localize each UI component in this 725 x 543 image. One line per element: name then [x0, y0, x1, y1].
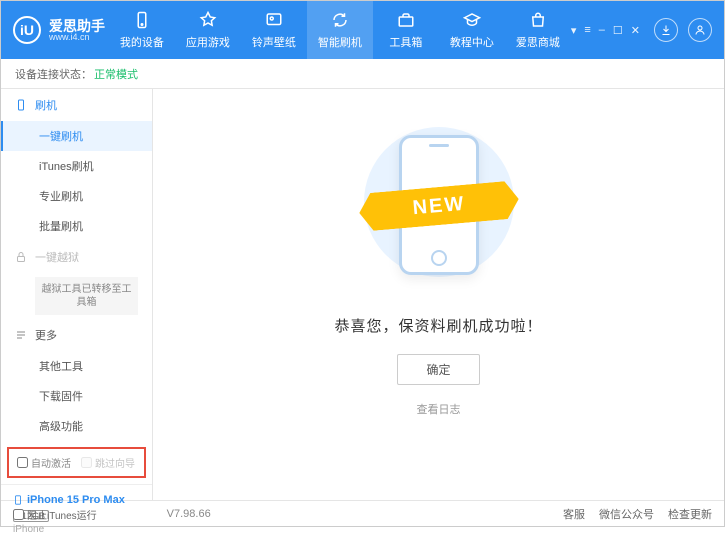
nav-toolbox[interactable]: 工具箱 — [373, 1, 439, 59]
window-controls: ▾ ≡ – ☐ ✕ — [571, 24, 640, 37]
main-content: NEW 恭喜您，保资料刷机成功啦！ 确定 查看日志 — [153, 89, 724, 500]
sidebar-item-oneclick[interactable]: 一键刷机 — [1, 121, 152, 151]
app-url: www.i4.cn — [49, 33, 105, 42]
sidebar-group-flash[interactable]: 刷机 — [1, 89, 152, 121]
sidebar-item-itunes[interactable]: iTunes刷机 — [1, 151, 152, 181]
refresh-icon — [330, 10, 350, 30]
sidebar-item-other[interactable]: 其他工具 — [1, 351, 152, 381]
footer-update[interactable]: 检查更新 — [668, 506, 712, 522]
bag-icon — [528, 10, 548, 30]
footer-wechat[interactable]: 微信公众号 — [599, 506, 654, 522]
status-value: 正常模式 — [94, 66, 138, 82]
logo-area: iU 爱思助手 www.i4.cn — [13, 16, 109, 44]
image-icon — [264, 10, 284, 30]
menu-icon[interactable]: ▾ — [571, 24, 577, 37]
ok-button[interactable]: 确定 — [397, 354, 479, 385]
nav-tabs: 我的设备 应用游戏 铃声壁纸 智能刷机 工具箱 教程中心 爱思商城 — [109, 1, 571, 59]
nav-apps[interactable]: 应用游戏 — [175, 1, 241, 59]
app-title: 爱思助手 — [49, 19, 105, 33]
appstore-icon — [198, 10, 218, 30]
flash-icon — [15, 99, 27, 111]
close-icon[interactable]: ✕ — [631, 24, 640, 37]
sidebar-group-jailbreak: 一键越狱 — [1, 241, 152, 273]
auto-activate-checkbox[interactable]: 自动激活 — [17, 455, 71, 470]
device-name-text: iPhone 15 Pro Max — [27, 494, 125, 506]
status-bar: 设备连接状态： 正常模式 — [1, 59, 724, 89]
nav-ringtones[interactable]: 铃声壁纸 — [241, 1, 307, 59]
user-button[interactable] — [688, 18, 712, 42]
checkbox-highlight-box: 自动激活 跳过向导 — [7, 447, 146, 478]
nav-mall[interactable]: 爱思商城 — [505, 1, 571, 59]
sidebar-group-more[interactable]: 更多 — [1, 319, 152, 351]
nav-tutorials[interactable]: 教程中心 — [439, 1, 505, 59]
version-text: V7.98.66 — [167, 508, 211, 520]
success-illustration: NEW — [349, 117, 529, 297]
sidebar-item-batch[interactable]: 批量刷机 — [1, 211, 152, 241]
toolbox-icon — [396, 10, 416, 30]
list-icon — [15, 329, 27, 341]
app-header: iU 爱思助手 www.i4.cn 我的设备 应用游戏 铃声壁纸 智能刷机 工具… — [1, 1, 724, 59]
sidebar-item-advanced[interactable]: 高级功能 — [1, 411, 152, 441]
device-phone-icon — [13, 493, 23, 507]
download-button[interactable] — [654, 18, 678, 42]
status-label: 设备连接状态： — [15, 66, 92, 82]
block-itunes-checkbox[interactable]: 阻止iTunes运行 — [13, 507, 97, 522]
minimize-icon[interactable]: – — [599, 24, 605, 37]
skin-icon[interactable]: ≡ — [584, 24, 590, 37]
view-log-link[interactable]: 查看日志 — [417, 401, 461, 417]
phone-icon — [132, 10, 152, 30]
lock-icon — [15, 251, 27, 263]
success-message: 恭喜您，保资料刷机成功啦！ — [334, 315, 542, 336]
sidebar-item-firmware[interactable]: 下载固件 — [1, 381, 152, 411]
skip-guide-checkbox[interactable]: 跳过向导 — [81, 455, 135, 470]
nav-my-device[interactable]: 我的设备 — [109, 1, 175, 59]
sidebar: 刷机 一键刷机 iTunes刷机 专业刷机 批量刷机 一键越狱 越狱工具已转移至… — [1, 89, 153, 500]
sidebar-item-pro[interactable]: 专业刷机 — [1, 181, 152, 211]
footer-support[interactable]: 客服 — [563, 506, 585, 522]
device-type: iPhone — [13, 524, 140, 535]
logo-icon: iU — [13, 16, 41, 44]
nav-flash[interactable]: 智能刷机 — [307, 1, 373, 59]
graduation-icon — [462, 10, 482, 30]
jailbreak-note: 越狱工具已转移至工具箱 — [35, 277, 138, 315]
maximize-icon[interactable]: ☐ — [613, 24, 623, 37]
